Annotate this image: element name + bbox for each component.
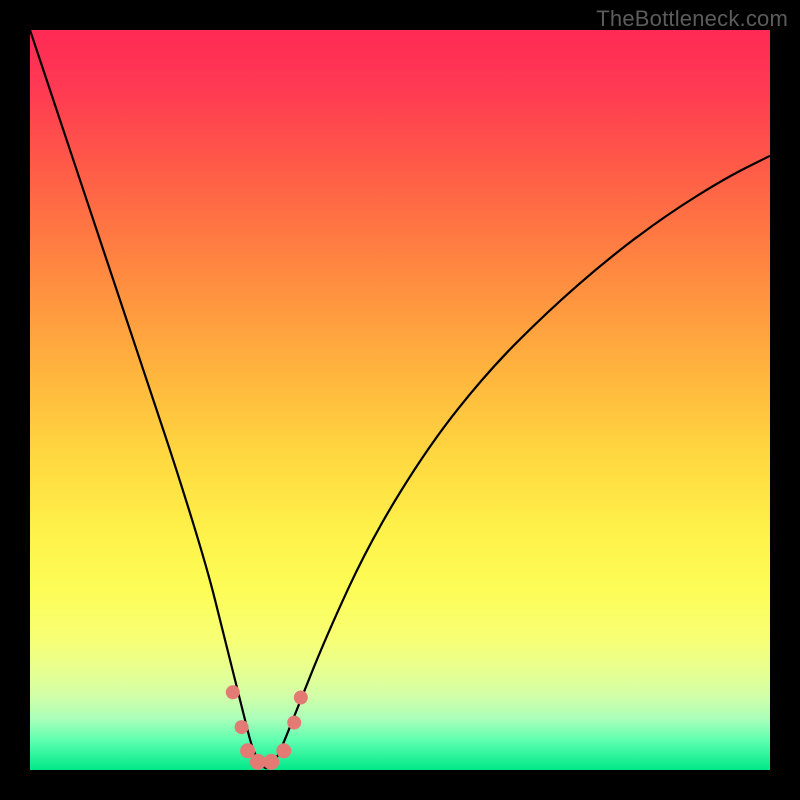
curve-markers: [226, 685, 308, 770]
curve-marker: [226, 685, 240, 699]
curve-svg: [30, 30, 770, 770]
plot-area: [30, 30, 770, 770]
watermark-text: TheBottleneck.com: [596, 6, 788, 32]
curve-marker: [235, 720, 249, 734]
curve-marker: [287, 716, 301, 730]
curve-marker: [263, 754, 279, 770]
curve-marker: [276, 743, 291, 758]
bottleneck-curve: [30, 30, 770, 768]
curve-marker: [294, 691, 308, 705]
chart-frame: TheBottleneck.com: [0, 0, 800, 800]
